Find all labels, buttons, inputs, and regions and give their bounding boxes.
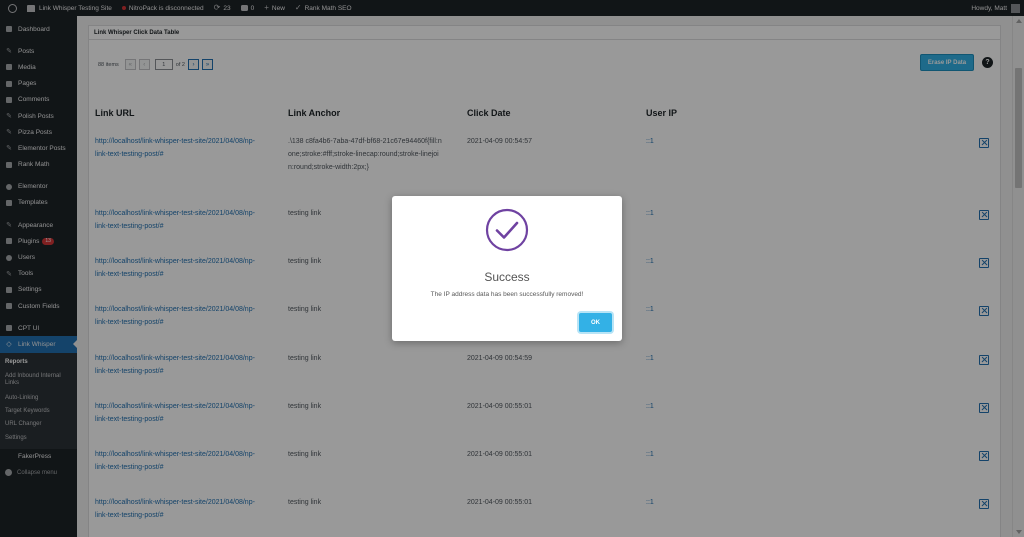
success-check-icon bbox=[485, 208, 529, 252]
modal-title: Success bbox=[484, 270, 530, 284]
modal-message: The IP address data has been successfull… bbox=[430, 291, 584, 298]
ok-button[interactable]: OK bbox=[579, 313, 612, 332]
success-modal: Success The IP address data has been suc… bbox=[392, 196, 622, 341]
